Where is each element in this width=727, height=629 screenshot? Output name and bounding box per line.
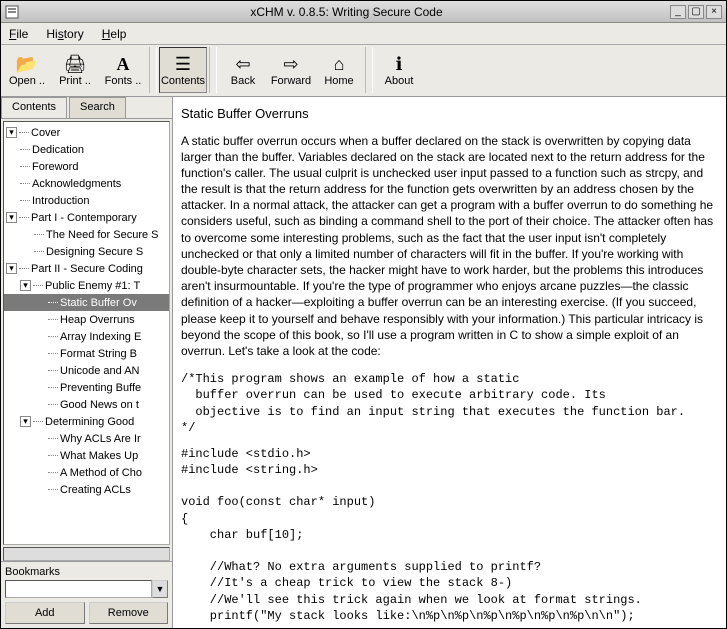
tree-item[interactable]: Designing Secure S: [4, 243, 169, 260]
print-button[interactable]: 🖨 Print ..: [51, 47, 99, 93]
tree-item[interactable]: Acknowledgments: [4, 175, 169, 192]
article-paragraph: A static buffer overrun occurs when a bu…: [181, 133, 714, 360]
printer-icon: 🖨: [64, 53, 86, 75]
tree-item[interactable]: Foreword: [4, 158, 169, 175]
tree-item[interactable]: A Method of Cho: [4, 464, 169, 481]
menu-file[interactable]: File: [9, 27, 28, 41]
tab-search[interactable]: Search: [69, 97, 126, 118]
home-icon: ⌂: [328, 53, 350, 75]
code-block: /*This program shows an example of how a…: [181, 371, 714, 436]
menu-history[interactable]: History: [46, 27, 83, 41]
article-title: Static Buffer Overruns: [181, 105, 714, 123]
title-bar: xCHM v. 0.8.5: Writing Secure Code _ ▢ ×: [1, 1, 726, 23]
tree-item[interactable]: What Makes Up: [4, 447, 169, 464]
toc-tree[interactable]: ▾Cover Dedication Foreword Acknowledgmen…: [3, 121, 170, 545]
tree-item-selected[interactable]: Static Buffer Ov: [4, 294, 169, 311]
bookmarks-combo[interactable]: [5, 580, 152, 598]
tree-item[interactable]: Dedication: [4, 141, 169, 158]
back-button[interactable]: ⇦ Back: [219, 47, 267, 93]
arrow-left-icon: ⇦: [232, 53, 254, 75]
maximize-button[interactable]: ▢: [688, 5, 704, 19]
side-panel: Contents Search ▾Cover Dedication Forewo…: [1, 97, 173, 628]
home-label: Home: [324, 75, 353, 87]
tree-item[interactable]: Format String B: [4, 345, 169, 362]
about-button[interactable]: ℹ About: [375, 47, 423, 93]
expander-icon[interactable]: ▾: [20, 416, 31, 427]
expander-icon[interactable]: ▾: [6, 127, 17, 138]
print-label: Print ..: [59, 75, 91, 87]
remove-bookmark-button[interactable]: Remove: [89, 602, 169, 624]
content-pane[interactable]: Static Buffer Overruns A static buffer o…: [173, 97, 726, 628]
list-icon: ☰: [172, 53, 194, 75]
arrow-right-icon: ⇨: [280, 53, 302, 75]
code-block: #include <stdio.h> #include <string.h> v…: [181, 446, 714, 628]
tree-item[interactable]: Introduction: [4, 192, 169, 209]
side-tabs: Contents Search: [1, 97, 172, 119]
bookmarks-label: Bookmarks: [5, 566, 168, 578]
chevron-down-icon[interactable]: ▼: [152, 580, 168, 598]
expander-icon[interactable]: ▾: [20, 280, 31, 291]
tree-item[interactable]: Array Indexing E: [4, 328, 169, 345]
contents-label: Contents: [161, 75, 205, 87]
font-icon: A: [112, 53, 134, 75]
tree-item[interactable]: ▾Part I - Contemporary: [4, 209, 169, 226]
contents-button[interactable]: ☰ Contents: [159, 47, 207, 93]
menu-bar: File History Help: [1, 23, 726, 45]
tree-item[interactable]: Preventing Buffe: [4, 379, 169, 396]
forward-label: Forward: [271, 75, 311, 87]
forward-button[interactable]: ⇨ Forward: [267, 47, 315, 93]
app-icon: [5, 5, 19, 19]
tree-item[interactable]: ▾Public Enemy #1: T: [4, 277, 169, 294]
back-label: Back: [231, 75, 255, 87]
folder-open-icon: 📂: [16, 53, 38, 75]
toolbar: 📂 Open .. 🖨 Print .. A Fonts .. ☰ Conten…: [1, 45, 726, 97]
tree-item[interactable]: ▾Cover: [4, 124, 169, 141]
expander-icon[interactable]: ▾: [6, 212, 17, 223]
open-button[interactable]: 📂 Open ..: [3, 47, 51, 93]
tree-item[interactable]: The Need for Secure S: [4, 226, 169, 243]
home-button[interactable]: ⌂ Home: [315, 47, 363, 93]
toolbar-separator: [149, 47, 157, 93]
tree-item[interactable]: ▾Determining Good: [4, 413, 169, 430]
close-button[interactable]: ×: [706, 5, 722, 19]
expander-icon[interactable]: ▾: [6, 263, 17, 274]
fonts-button[interactable]: A Fonts ..: [99, 47, 147, 93]
bookmarks-panel: Bookmarks ▼ Add Remove: [1, 561, 172, 628]
tree-item[interactable]: Unicode and AN: [4, 362, 169, 379]
tree-item[interactable]: Good News on t: [4, 396, 169, 413]
tree-item[interactable]: Why ACLs Are Ir: [4, 430, 169, 447]
horizontal-scrollbar[interactable]: [3, 547, 170, 561]
tree-item[interactable]: Heap Overruns: [4, 311, 169, 328]
tree-item[interactable]: ▾Part II - Secure Coding: [4, 260, 169, 277]
tab-contents[interactable]: Contents: [1, 97, 67, 118]
add-bookmark-button[interactable]: Add: [5, 602, 85, 624]
open-label: Open ..: [9, 75, 45, 87]
toolbar-separator: [209, 47, 217, 93]
about-label: About: [385, 75, 414, 87]
fonts-label: Fonts ..: [105, 75, 142, 87]
info-icon: ℹ: [388, 53, 410, 75]
minimize-button[interactable]: _: [670, 5, 686, 19]
toolbar-separator: [365, 47, 373, 93]
menu-help[interactable]: Help: [102, 27, 127, 41]
tree-item[interactable]: Creating ACLs: [4, 481, 169, 498]
window-title: xCHM v. 0.8.5: Writing Secure Code: [25, 5, 668, 19]
